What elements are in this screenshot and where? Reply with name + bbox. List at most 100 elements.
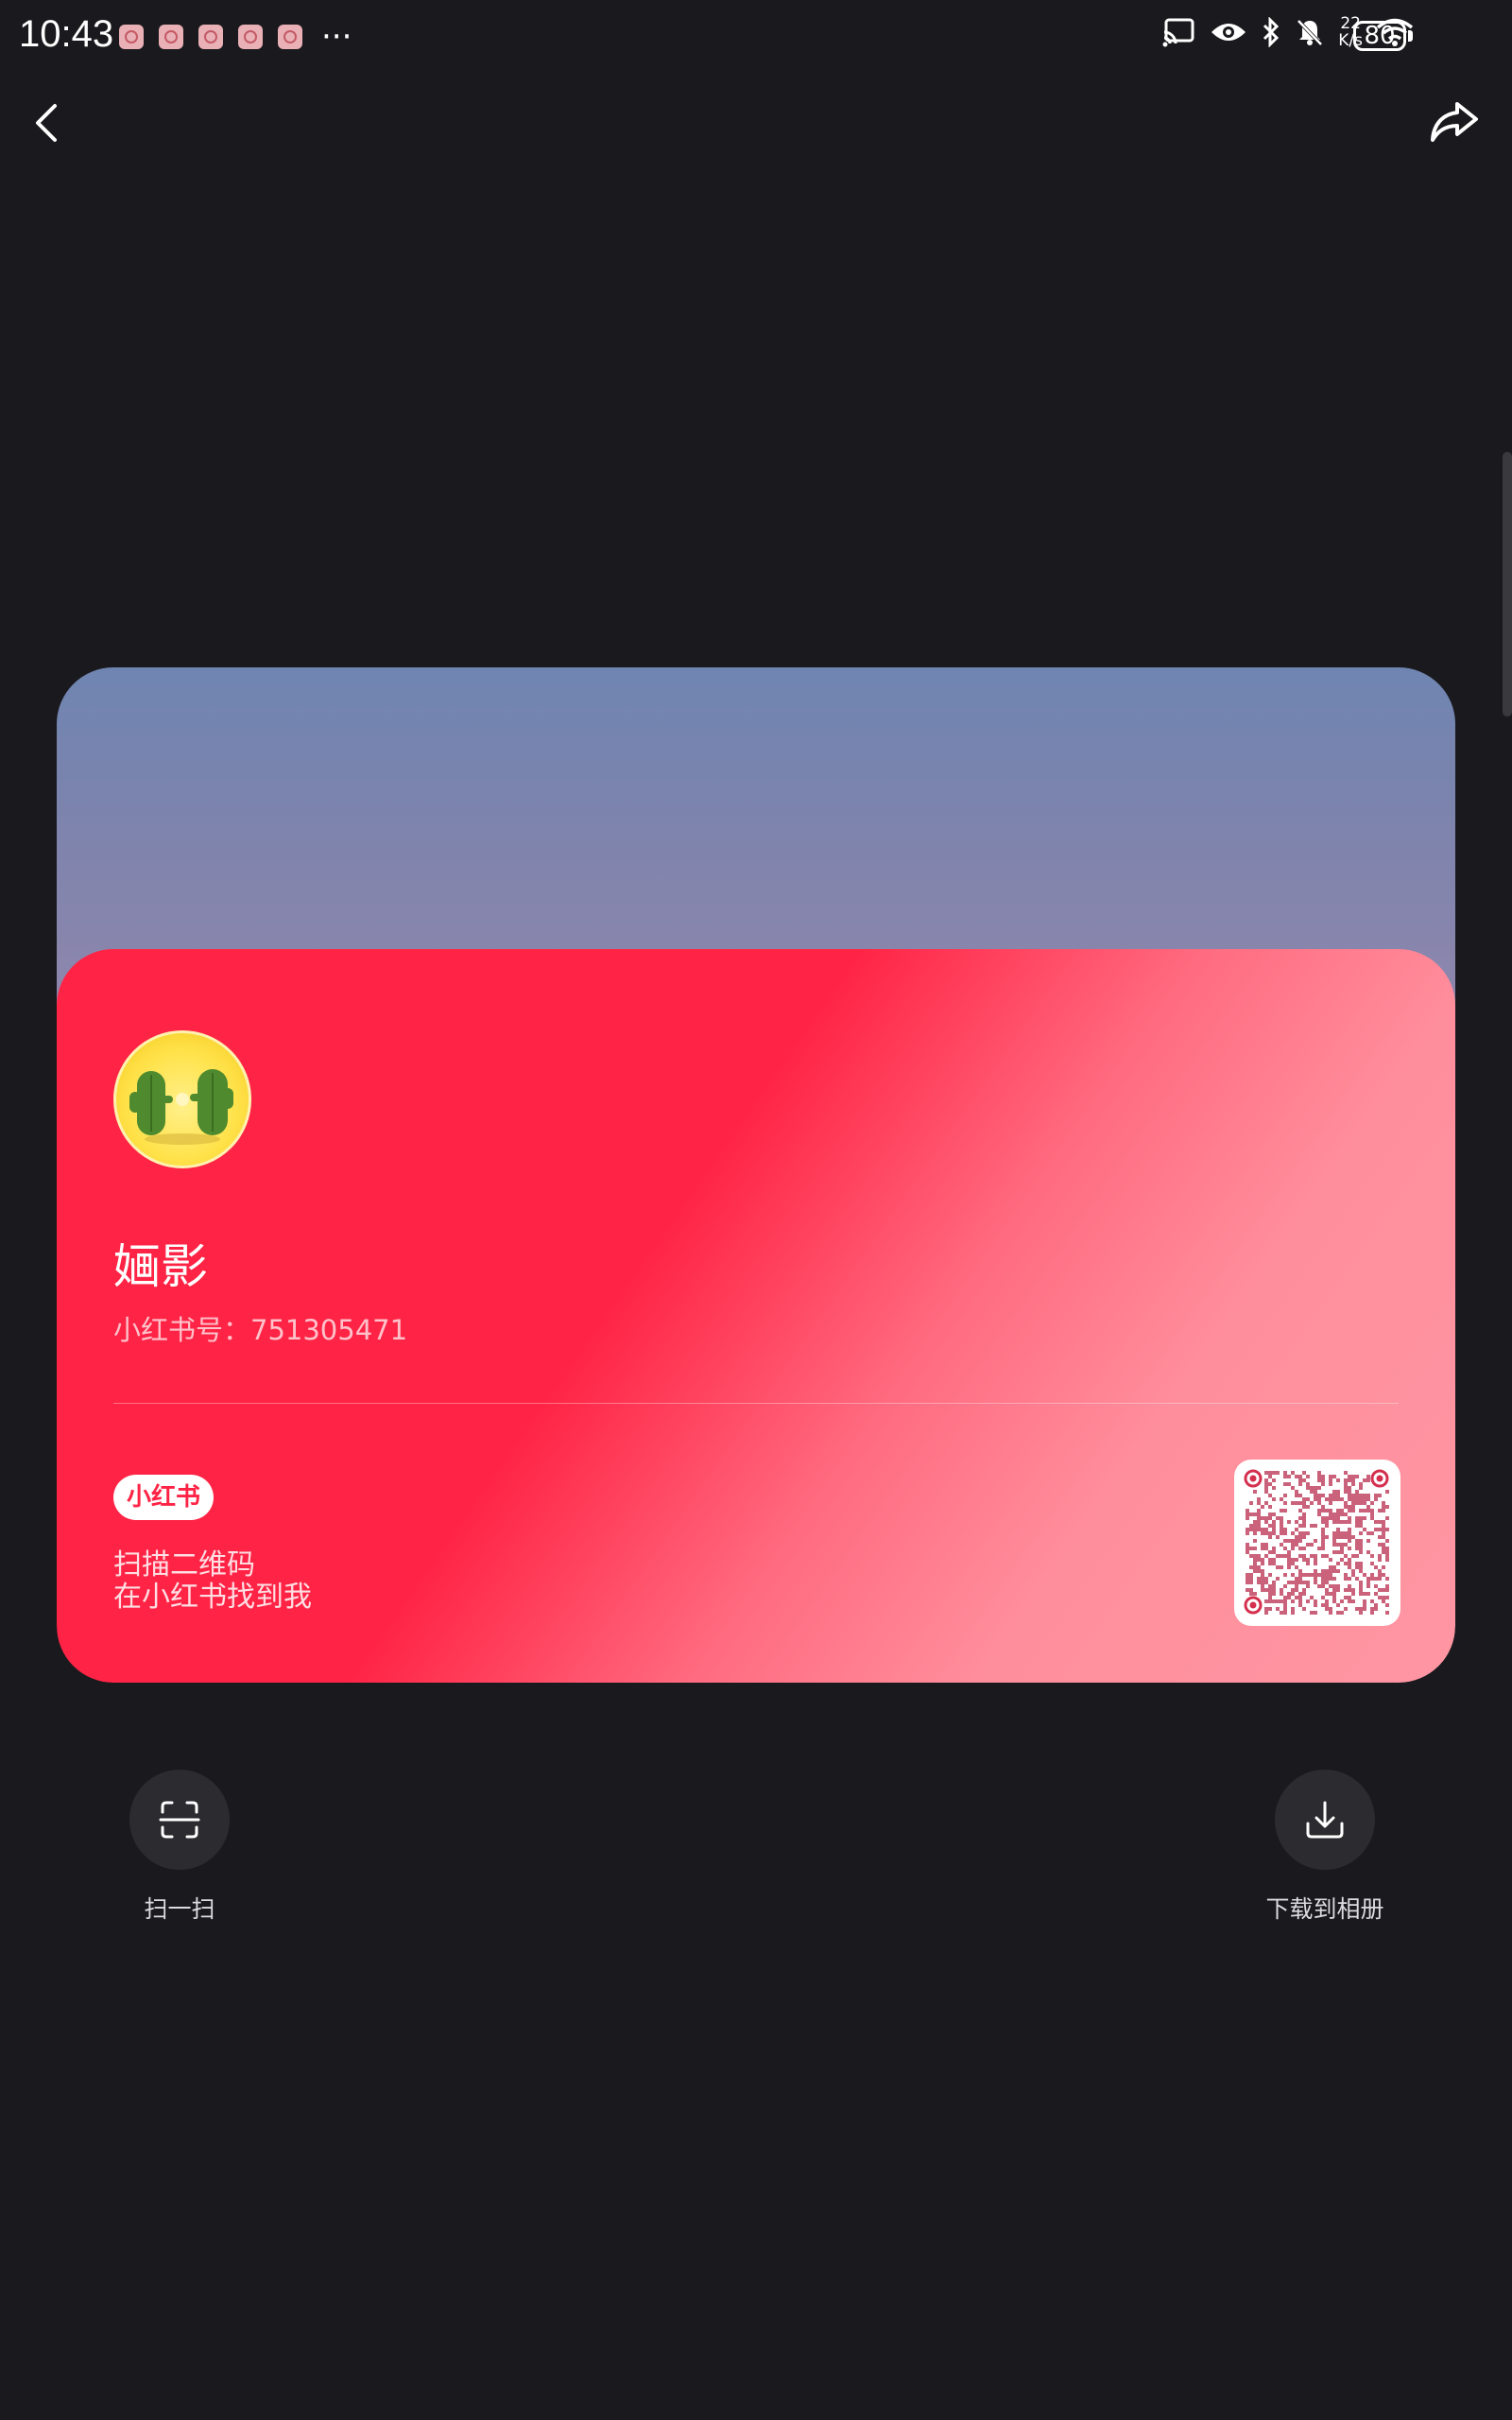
qr-module (1355, 1497, 1359, 1501)
qr-module (1374, 1497, 1378, 1501)
qr-module (1359, 1497, 1363, 1501)
qr-module (1314, 1524, 1317, 1528)
qr-module (1291, 1599, 1295, 1603)
qr-module (1370, 1577, 1374, 1581)
qr-module (1264, 1528, 1268, 1531)
qr-module (1246, 1550, 1249, 1554)
qr-module (1314, 1573, 1317, 1577)
qr-module (1366, 1581, 1370, 1584)
download-action[interactable]: 下载到相册 (1247, 1770, 1402, 1925)
qr-module (1249, 1501, 1253, 1505)
qr-module (1359, 1592, 1363, 1596)
qr-module (1310, 1611, 1314, 1615)
share-button[interactable] (1425, 91, 1486, 151)
qr-module (1280, 1524, 1283, 1528)
qr-module (1366, 1475, 1370, 1478)
qr-module (1272, 1550, 1276, 1554)
qr-module (1257, 1524, 1261, 1528)
qr-module (1291, 1558, 1295, 1562)
qr-module (1257, 1577, 1261, 1581)
qr-module (1359, 1569, 1363, 1573)
qr-module (1261, 1528, 1264, 1531)
qr-module (1321, 1494, 1325, 1497)
qr-module (1355, 1494, 1359, 1497)
scan-action[interactable]: 扫一扫 (113, 1770, 246, 1925)
qr-module (1340, 1512, 1344, 1516)
scan-icon (159, 1801, 200, 1839)
qr-module (1295, 1565, 1298, 1569)
qr-module (1291, 1611, 1295, 1615)
qr-module (1246, 1581, 1249, 1584)
qr-module (1310, 1501, 1314, 1505)
qr-module (1302, 1512, 1306, 1516)
qr-module (1374, 1520, 1378, 1524)
qr-module (1348, 1494, 1351, 1497)
qr-module (1306, 1482, 1310, 1486)
qr-module (1314, 1558, 1317, 1562)
qr-module (1332, 1520, 1336, 1524)
qr-module (1249, 1577, 1253, 1581)
download-button[interactable] (1275, 1770, 1375, 1870)
qr-module (1317, 1471, 1321, 1475)
qr-module (1291, 1486, 1295, 1490)
qr-module (1291, 1592, 1295, 1596)
qr-module (1302, 1558, 1306, 1562)
qr-module (1295, 1494, 1298, 1497)
qr-module (1291, 1581, 1295, 1584)
qr-module (1321, 1475, 1325, 1478)
qr-module (1332, 1577, 1336, 1581)
qr-module (1302, 1573, 1306, 1577)
qr-module (1336, 1569, 1340, 1573)
qr-module (1348, 1490, 1351, 1494)
qr-module (1374, 1565, 1378, 1569)
qr-module (1359, 1509, 1363, 1512)
qr-module (1283, 1573, 1287, 1577)
qr-module (1272, 1512, 1276, 1516)
qr-module (1268, 1512, 1272, 1516)
qr-module (1264, 1478, 1268, 1482)
qr-module (1363, 1509, 1366, 1512)
qr-module (1264, 1547, 1268, 1550)
qr-module (1272, 1471, 1276, 1475)
qr-module (1351, 1482, 1355, 1486)
qr-module (1253, 1528, 1257, 1531)
qr-module (1287, 1558, 1291, 1562)
qr-module (1344, 1535, 1348, 1539)
qr-module (1257, 1512, 1261, 1516)
qr-code[interactable] (1234, 1460, 1400, 1626)
qr-module (1261, 1581, 1264, 1584)
status-bar: 10:43 ··· 22 K/s 80 (0, 0, 1512, 76)
qr-module (1306, 1531, 1310, 1535)
qr-module (1302, 1581, 1306, 1584)
app-notification-icon (198, 25, 223, 49)
qr-module (1382, 1599, 1385, 1603)
qr-module (1264, 1588, 1268, 1592)
qr-module (1359, 1520, 1363, 1524)
qr-module (1332, 1490, 1336, 1494)
qr-module (1355, 1607, 1359, 1611)
qr-module (1336, 1478, 1340, 1482)
qr-module (1291, 1501, 1295, 1505)
qr-module (1382, 1543, 1385, 1547)
qr-module (1374, 1592, 1378, 1596)
scrollbar[interactable] (1503, 452, 1512, 717)
scan-button[interactable] (129, 1770, 230, 1870)
qr-module (1276, 1577, 1280, 1581)
back-button[interactable] (21, 95, 77, 151)
qr-module (1336, 1494, 1340, 1497)
qr-module (1291, 1588, 1295, 1592)
qr-module (1295, 1528, 1298, 1531)
qr-module (1378, 1554, 1382, 1558)
qr-module (1355, 1562, 1359, 1565)
qr-module (1321, 1573, 1325, 1577)
avatar[interactable] (113, 1030, 251, 1168)
qr-module (1261, 1547, 1264, 1550)
qr-module (1306, 1497, 1310, 1501)
qr-module (1302, 1516, 1306, 1520)
battery-indicator: 80 (1353, 21, 1406, 51)
qr-module (1302, 1588, 1306, 1592)
qr-module (1306, 1599, 1310, 1603)
qr-module (1302, 1520, 1306, 1524)
qr-module (1351, 1535, 1355, 1539)
qr-module (1366, 1497, 1370, 1501)
